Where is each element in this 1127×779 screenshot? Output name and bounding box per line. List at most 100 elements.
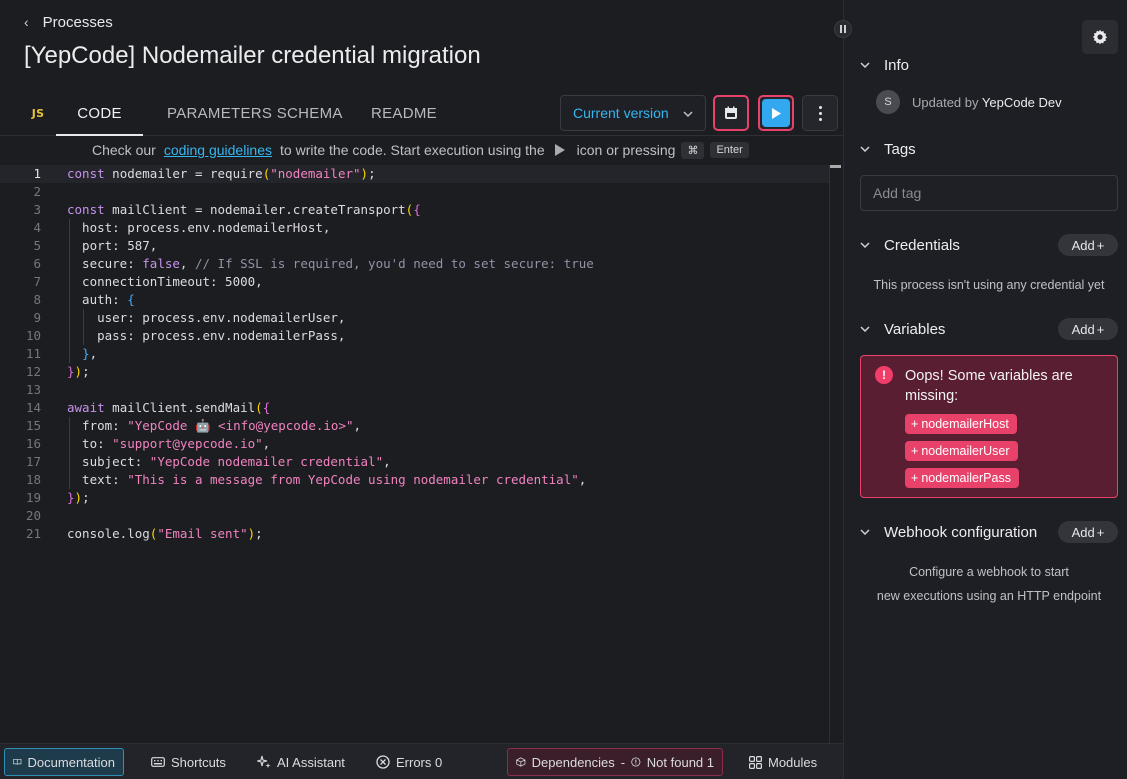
line-number: 8 <box>33 292 41 307</box>
add-webhook-button[interactable]: Add + <box>1058 521 1118 543</box>
code-line[interactable]: 21 console.log("Email sent"); <box>0 525 830 543</box>
code-text: subject: "YepCode nodemailer credential"… <box>67 454 391 469</box>
tab-parameters-schema[interactable]: PARAMETERS SCHEMA <box>167 92 343 136</box>
dependencies-button[interactable]: Dependencies - Not found 1 <box>507 748 723 776</box>
version-label: Current version <box>573 105 669 121</box>
line-number: 17 <box>25 454 41 469</box>
chevron-down-icon <box>860 323 872 335</box>
indent-guide <box>69 417 70 489</box>
chevron-left-icon: ‹ <box>24 14 29 30</box>
code-line[interactable]: 20 <box>0 507 830 525</box>
info-section-header[interactable]: Info <box>860 55 909 75</box>
webhook-description-line1: Configure a webhook to start <box>909 565 1069 579</box>
hint-middle: to write the code. Start execution using… <box>280 142 545 158</box>
settings-button[interactable] <box>1082 20 1118 54</box>
code-text: from: "YepCode 🤖 <info@yepcode.io>", <box>67 418 362 433</box>
version-select[interactable]: Current version <box>560 95 706 131</box>
code-line[interactable]: 1 const nodemailer = require("nodemailer"… <box>0 165 830 183</box>
code-line[interactable]: 7 connectionTimeout: 5000, <box>0 273 830 291</box>
line-number: 19 <box>25 490 41 505</box>
variables-section-header[interactable]: Variables <box>860 319 945 339</box>
code-line[interactable]: 3 const mailClient = nodemailer.createTra… <box>0 201 830 219</box>
line-number: 15 <box>25 418 41 433</box>
code-line[interactable]: 19}); <box>0 489 830 507</box>
tags-section-header[interactable]: Tags <box>860 139 916 159</box>
errors-button[interactable]: Errors 0 <box>368 748 450 776</box>
tab-readme[interactable]: README <box>371 92 437 136</box>
updated-by: S Updated by YepCode Dev <box>876 90 1062 114</box>
alert-circle-icon <box>631 757 641 767</box>
indent-guide <box>69 219 70 363</box>
webhook-title: Webhook configuration <box>884 523 1038 541</box>
line-number: 7 <box>33 274 41 289</box>
updated-by-user: YepCode Dev <box>981 94 1062 110</box>
kebab-icon <box>818 105 822 121</box>
code-line[interactable]: 11 }, <box>0 345 830 363</box>
play-icon <box>554 144 565 156</box>
webhook-section-header[interactable]: Webhook configuration <box>860 522 1037 542</box>
code-line[interactable]: 17 subject: "YepCode nodemailer credenti… <box>0 453 830 471</box>
code-line[interactable]: 4 host: process.env.nodemailerHost, <box>0 219 830 237</box>
ai-assistant-button[interactable]: AI Assistant <box>249 748 353 776</box>
errors-label: Errors 0 <box>396 754 443 770</box>
code-line[interactable]: 13 <box>0 381 830 399</box>
book-icon <box>13 758 22 765</box>
chevron-down-icon <box>860 59 872 71</box>
documentation-button[interactable]: Documentation <box>4 748 124 776</box>
code-line[interactable]: 15 from: "YepCode 🤖 <info@yepcode.io>", <box>0 417 830 435</box>
credentials-section-header[interactable]: Credentials <box>860 235 960 255</box>
scrollbar-cursor-marker <box>830 165 841 168</box>
code-line[interactable]: 16 to: "support@yepcode.io", <box>0 435 830 453</box>
add-tag-input[interactable] <box>860 175 1118 211</box>
add-variable-button[interactable]: Add + <box>1058 318 1118 340</box>
missing-variables-message: Oops! Some variables are missing: <box>905 368 1073 404</box>
back-to-processes[interactable]: ‹ Processes <box>24 12 113 32</box>
code-line[interactable]: 2 <box>0 183 830 201</box>
code-line[interactable]: 14 await mailClient.sendMail({ <box>0 399 830 417</box>
code-text: }); <box>67 490 90 505</box>
code-text: const mailClient = nodemailer.createTran… <box>67 202 421 217</box>
shortcuts-button[interactable]: Shortcuts <box>143 748 234 776</box>
code-line[interactable]: 5 port: 587, <box>0 237 830 255</box>
tab-code[interactable]: CODE <box>56 92 143 136</box>
enter-key: Enter <box>710 142 749 158</box>
line-number: 4 <box>33 220 41 235</box>
hint-prefix: Check our <box>92 142 156 158</box>
line-number: 21 <box>25 526 41 541</box>
run-button[interactable] <box>758 95 794 131</box>
dependencies-separator: - <box>620 754 626 770</box>
code-editor[interactable]: 21 console.log("Email sent"); 20 19}); 18 te… <box>0 165 843 743</box>
missing-variable-chip[interactable]: + nodemailerPass <box>905 468 1019 488</box>
missing-variable-name: nodemailerHost <box>921 417 1009 431</box>
code-line[interactable]: 10 pass: process.env.nodemailerPass, <box>0 327 830 345</box>
line-number: 1 <box>33 166 41 181</box>
more-options-button[interactable] <box>802 95 838 131</box>
bottom-bar: Documentation Shortcuts AI Assistant Err… <box>0 743 843 779</box>
chevron-down-icon <box>683 106 693 120</box>
code-line[interactable]: 8 auth: { <box>0 291 830 309</box>
line-number: 2 <box>33 184 41 199</box>
code-line[interactable]: 18 text: "This is a message from YepCode… <box>0 471 830 489</box>
plus-icon: + <box>911 444 919 458</box>
line-number: 20 <box>25 508 41 523</box>
grid-icon <box>749 755 762 769</box>
missing-variable-chip[interactable]: + nodemailerUser <box>905 441 1018 461</box>
play-icon <box>762 99 790 127</box>
line-number: 3 <box>33 202 41 217</box>
add-webhook-label: Add <box>1071 524 1095 540</box>
code-line[interactable]: 6 secure: false, // If SSL is required, … <box>0 255 830 273</box>
shortcuts-label: Shortcuts <box>171 754 226 770</box>
coding-guidelines-link[interactable]: coding guidelines <box>164 142 272 158</box>
schedule-button[interactable] <box>713 95 749 131</box>
code-line[interactable]: 12}); <box>0 363 830 381</box>
cmd-key: ⌘ <box>681 141 705 159</box>
missing-variable-chip[interactable]: + nodemailerHost <box>905 414 1017 434</box>
add-credential-label: Add <box>1071 237 1095 253</box>
editor-scrollbar[interactable] <box>829 165 841 743</box>
code-line[interactable]: 9 user: process.env.nodemailerUser, <box>0 309 830 327</box>
modules-button[interactable]: Modules <box>741 748 825 776</box>
panel-collapse-handle[interactable] <box>834 20 852 38</box>
add-credential-button[interactable]: Add + <box>1058 234 1118 256</box>
missing-variable-name: nodemailerPass <box>921 471 1011 485</box>
credentials-empty-text: This process isn't using any credential … <box>873 278 1105 292</box>
